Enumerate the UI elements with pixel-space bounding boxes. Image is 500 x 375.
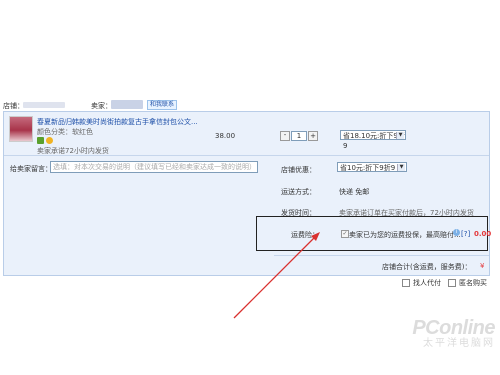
watermark-chinese: 太平洋电脑网 [423,338,495,349]
watermark-brand: PConline [412,317,495,339]
watermark-logo: PConline 太平洋电脑网 [390,318,495,350]
